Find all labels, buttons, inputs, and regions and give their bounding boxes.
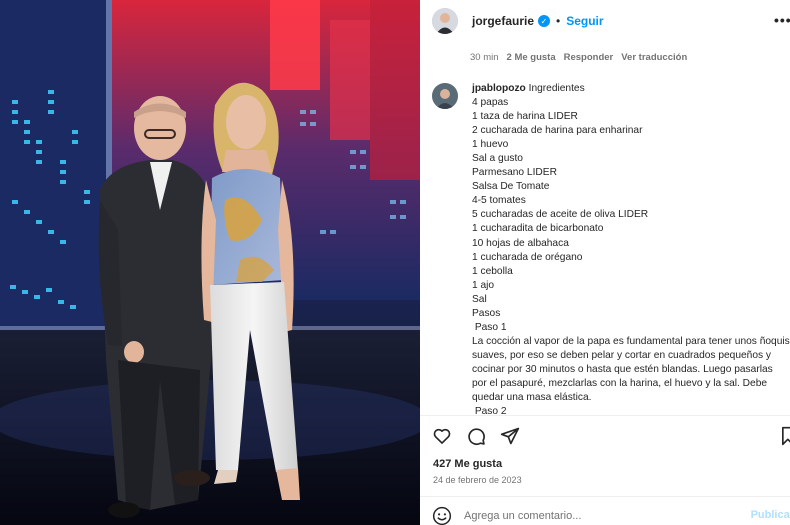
commenter-username[interactable]: jpablopozo xyxy=(472,83,526,94)
publish-button[interactable]: Publicar xyxy=(751,509,790,521)
bookmark-icon[interactable] xyxy=(780,426,790,446)
action-bar xyxy=(432,424,790,448)
comment-input[interactable] xyxy=(464,510,744,522)
post-date: 24 de febrero de 2023 xyxy=(433,475,522,485)
composer-divider xyxy=(420,496,790,497)
comment-line: 1 cebolla xyxy=(472,265,513,277)
comment-line: Sal xyxy=(472,293,487,305)
comment-line: La cocción al vapor de la papa es fundam… xyxy=(472,335,790,404)
heart-icon[interactable] xyxy=(432,426,452,446)
comment-composer: Publicar xyxy=(432,505,790,525)
comment-line: 10 hojas de albahaca xyxy=(472,237,569,249)
comment-text: jpablopozo Ingredientes 4 papas 1 taza d… xyxy=(472,82,790,414)
header-separator: • xyxy=(556,14,561,28)
comment-line: Sal a gusto xyxy=(472,153,523,165)
comment: jpablopozo Ingredientes 4 papas 1 taza d… xyxy=(432,82,790,414)
author-username[interactable]: jorgefaurie xyxy=(472,14,534,28)
translate-button[interactable]: Ver traducción xyxy=(621,52,687,63)
comment-line: Paso 2 xyxy=(472,406,507,414)
more-options-icon[interactable]: ••• xyxy=(774,12,790,28)
post-header: jorgefaurie ✓ • Seguir ••• xyxy=(420,0,790,42)
comment-line: 1 ajo xyxy=(472,279,495,291)
comment-line: Pasos xyxy=(472,307,501,319)
commenter-avatar[interactable] xyxy=(432,83,458,109)
caption-time: 30 min xyxy=(470,52,499,63)
comment-first-line: jpablopozo Ingredientes xyxy=(472,82,790,96)
comment-line: 1 cucharada de orégano xyxy=(472,251,583,263)
actions-divider xyxy=(420,415,790,416)
post-photo-illustration xyxy=(0,0,420,525)
caption-likes[interactable]: 2 Me gusta xyxy=(507,52,556,63)
reply-button[interactable]: Responder xyxy=(564,52,614,63)
emoji-icon[interactable] xyxy=(432,506,452,525)
comment-line: 4 papas xyxy=(472,97,509,109)
comment-line: Parmesano LIDER xyxy=(472,167,557,179)
comment-line: 1 huevo xyxy=(472,139,509,151)
comment-heading: Ingredientes xyxy=(528,83,585,94)
share-icon[interactable] xyxy=(500,426,520,446)
verified-badge-icon: ✓ xyxy=(538,15,551,27)
comment-line: 1 cucharadita de bicarbonato xyxy=(472,223,604,235)
comment-line: Salsa De Tomate xyxy=(472,181,550,193)
comment-icon[interactable] xyxy=(466,426,486,446)
follow-button[interactable]: Seguir xyxy=(566,14,603,28)
comment-line: 4-5 tomates xyxy=(472,195,526,207)
caption-meta: 30 min 2 Me gusta Responder Ver traducci… xyxy=(470,52,687,63)
comment-line: 1 taza de harina LIDER xyxy=(472,111,578,123)
likes-count[interactable]: 427 Me gusta xyxy=(433,458,502,470)
comment-line: 5 cucharadas de aceite de oliva LIDER xyxy=(472,209,649,221)
comment-line: Paso 1 xyxy=(472,321,507,333)
author-avatar[interactable] xyxy=(432,8,458,34)
comment-line: 2 cucharada de harina para enharinar xyxy=(472,125,643,137)
post-photo[interactable] xyxy=(0,0,420,525)
post-panel: jorgefaurie ✓ • Seguir ••• 30 min 2 Me g… xyxy=(420,0,790,525)
